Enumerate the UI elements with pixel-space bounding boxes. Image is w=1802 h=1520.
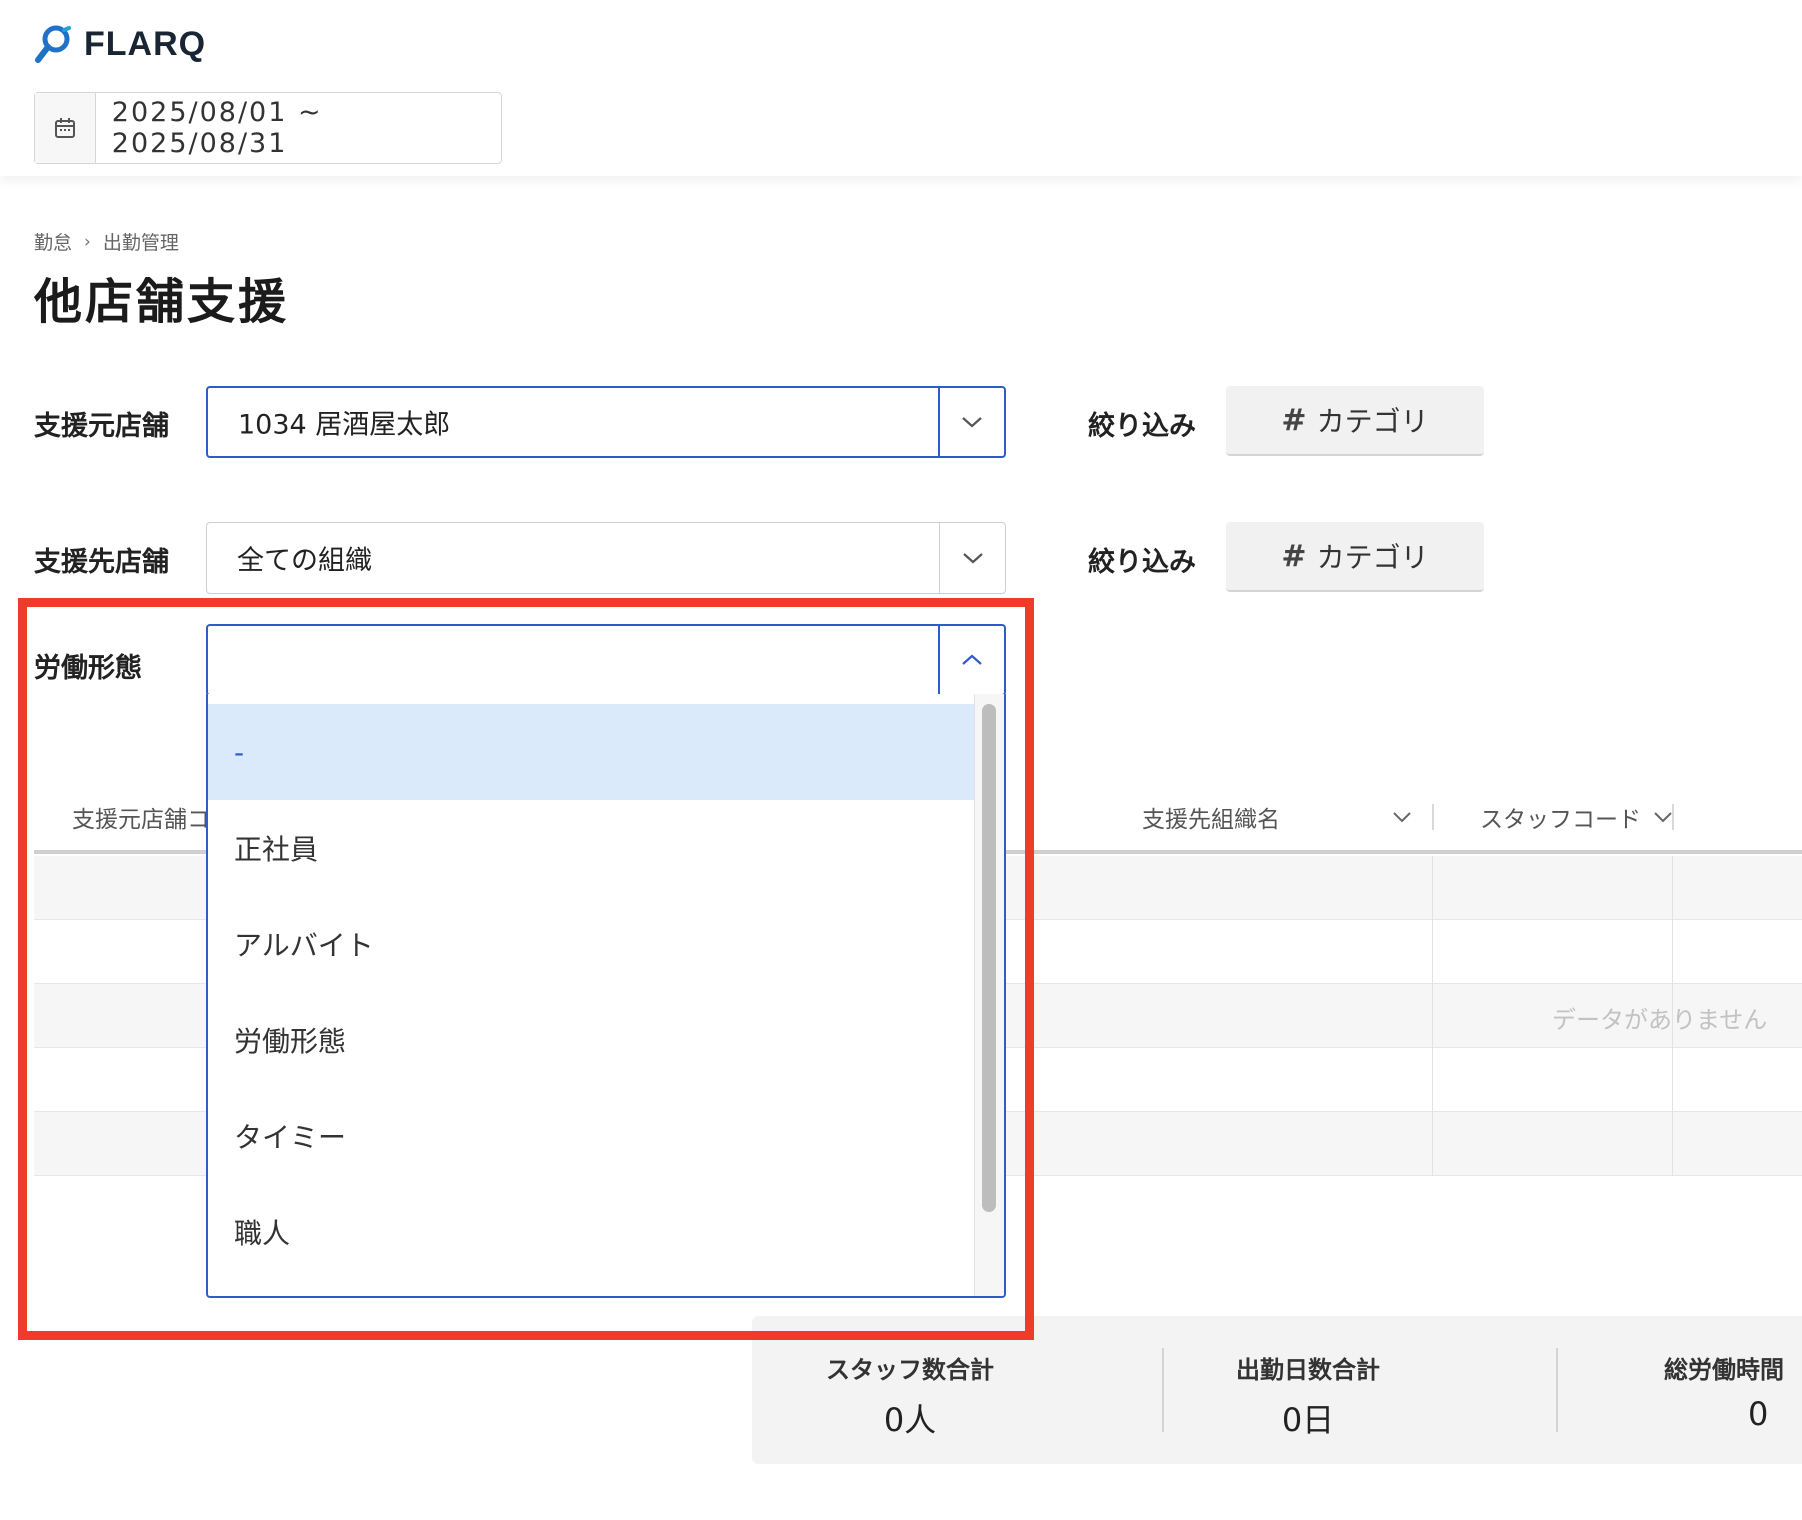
column-label: 支援先組織名 (1142, 807, 1280, 833)
summary-attendance-days-total: 出勤日数合計 0日 (1208, 1350, 1408, 1441)
column-divider[interactable] (1672, 804, 1674, 830)
dropdown-scrollbar[interactable] (974, 694, 1004, 1296)
chevron-up-icon[interactable] (938, 626, 1004, 694)
destination-category-button[interactable]: # カテゴリ (1226, 522, 1484, 592)
destination-store-select[interactable]: 全ての組織 (206, 522, 1006, 594)
hash-icon: # (1281, 402, 1307, 438)
date-range-picker[interactable]: 2025/08/01 ~ 2025/08/31 (34, 92, 502, 164)
column-header-destination-org-name[interactable]: 支援先組織名 (1142, 800, 1412, 834)
chevron-down-icon[interactable] (938, 388, 1004, 456)
breadcrumb: 勤怠 › 出勤管理 (34, 228, 179, 255)
dropdown-option[interactable]: 職人 (208, 1184, 976, 1280)
summary-divider (1556, 1348, 1558, 1432)
column-line (1432, 856, 1433, 1176)
breadcrumb-item-attendance[interactable]: 勤怠 (34, 228, 72, 255)
summary-value: 0人 (883, 1401, 937, 1439)
column-header-source-store-code[interactable]: 支援元店舗コ (72, 800, 210, 834)
column-label: 支援元店舗コ (72, 807, 210, 833)
source-store-select[interactable]: 1034 居酒屋太郎 (206, 386, 1006, 458)
column-header-staff-code[interactable]: スタッフコード (1480, 800, 1673, 834)
employment-type-dropdown[interactable]: - 正社員 アルバイト 労働形態 タイミー 職人 (206, 694, 1006, 1298)
column-divider[interactable] (1432, 804, 1434, 830)
destination-filter-label: 絞り込み (1088, 547, 1196, 578)
chevron-down-icon[interactable] (1653, 811, 1673, 823)
destination-store-value: 全ての組織 (237, 545, 372, 577)
employment-type-select[interactable] (206, 624, 1006, 696)
chevron-down-icon[interactable] (939, 523, 1005, 593)
dropdown-option[interactable]: 正社員 (208, 800, 976, 896)
logo-magnifier-icon (35, 25, 71, 63)
dropdown-option[interactable]: アルバイト (208, 896, 976, 992)
employment-type-label: 労働形態 (34, 653, 142, 684)
chevron-down-icon[interactable] (1392, 811, 1412, 823)
scrollbar-thumb[interactable] (982, 704, 996, 1212)
calendar-icon[interactable] (35, 93, 96, 163)
summary-panel: スタッフ数合計 0人 出勤日数合計 0日 総労働時間 0 (752, 1316, 1802, 1464)
column-label: スタッフコード (1480, 807, 1641, 833)
source-category-button[interactable]: # カテゴリ (1226, 386, 1484, 456)
summary-divider (1162, 1348, 1164, 1432)
source-category-label: カテゴリ (1316, 405, 1429, 438)
summary-staff-total: スタッフ数合計 0人 (810, 1350, 1010, 1441)
summary-total-work-hours: 総労働時間 0 (1664, 1350, 1802, 1433)
logo-text: FLARQ (84, 24, 207, 63)
summary-value: 0日 (1281, 1401, 1335, 1439)
destination-store-label: 支援先店舗 (34, 547, 169, 578)
destination-category-label: カテゴリ (1316, 541, 1429, 574)
breadcrumb-item-attendance-management[interactable]: 出勤管理 (103, 228, 179, 255)
top-header: FLARQ 2025/08/01 ~ 2025/08/31 (0, 0, 1802, 176)
summary-label: 出勤日数合計 (1236, 1356, 1380, 1384)
dropdown-option[interactable]: タイミー (208, 1088, 976, 1184)
dropdown-option[interactable]: 労働形態 (208, 992, 976, 1088)
summary-label: 総労働時間 (1664, 1356, 1784, 1384)
source-filter-label: 絞り込み (1088, 411, 1196, 442)
date-range-text: 2025/08/01 ~ 2025/08/31 (111, 97, 323, 159)
chevron-right-icon: › (84, 231, 91, 252)
empty-table-message: データがありません (1552, 1006, 1768, 1034)
app-logo[interactable]: FLARQ (34, 22, 206, 66)
source-store-value: 1034 居酒屋太郎 (238, 409, 451, 441)
source-store-label: 支援元店舗 (34, 411, 169, 442)
summary-label: スタッフ数合計 (826, 1356, 994, 1384)
hash-icon: # (1281, 538, 1307, 574)
summary-value: 0 (1748, 1395, 1769, 1433)
dropdown-option[interactable]: - (208, 704, 976, 800)
page-title: 他店舗支援 (34, 274, 290, 330)
